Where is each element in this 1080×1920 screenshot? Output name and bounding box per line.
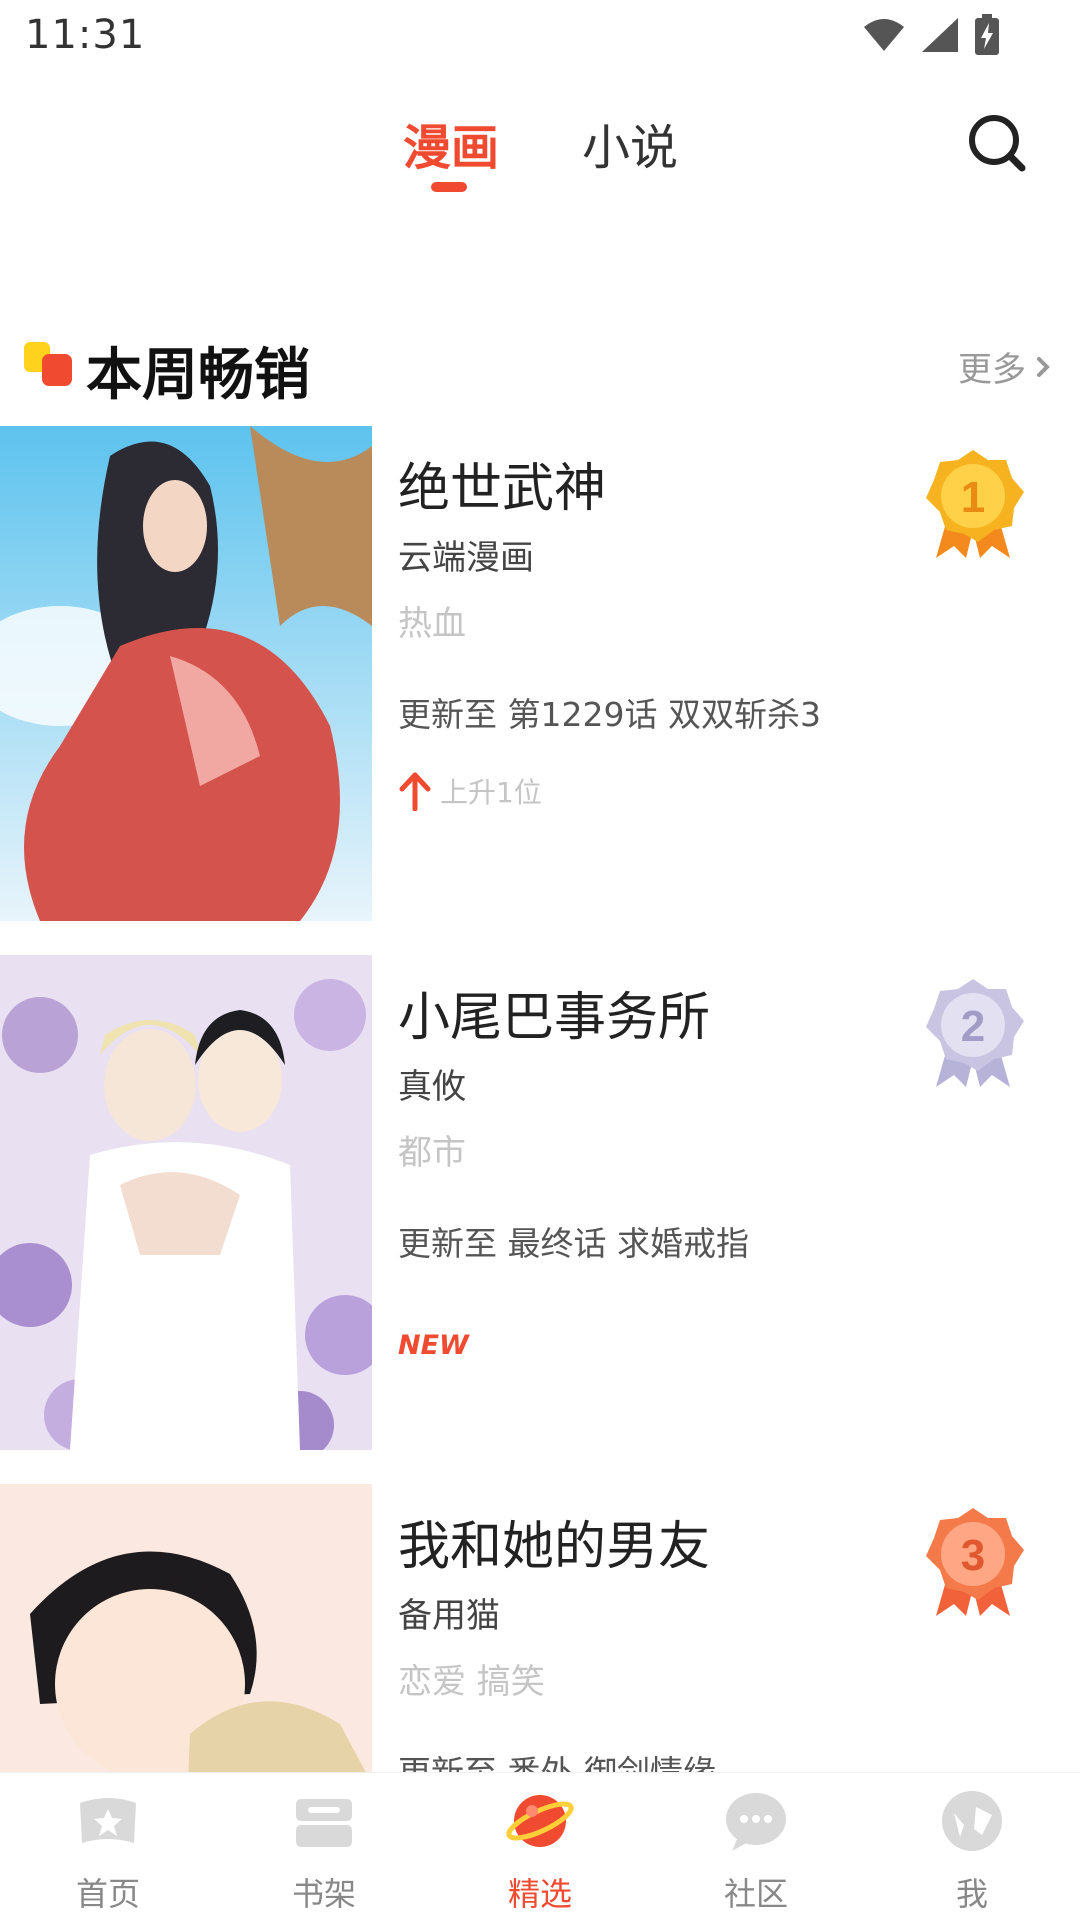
nav-label: 我: [955, 1875, 988, 1913]
bookshelf-icon: [296, 1799, 352, 1847]
status-bar: 11:31: [0, 0, 1080, 75]
status-icons: [862, 14, 1000, 56]
arrow-up-icon: [399, 772, 431, 811]
comic-tags: 恋爱 搞笑: [398, 1662, 545, 1702]
home-star-icon: [80, 1798, 136, 1843]
nav-label: 社区: [723, 1875, 788, 1913]
profile-icon: [942, 1791, 1002, 1851]
chevron-right-icon: [1037, 356, 1050, 377]
nav-label: 书架: [291, 1875, 356, 1913]
rank-number: 3: [961, 1531, 985, 1580]
cover-image: [0, 955, 372, 1450]
nav-item-me[interactable]: 我: [864, 1773, 1080, 1920]
tab-novel[interactable]: 小说: [582, 108, 678, 178]
comic-item-1[interactable]: 绝世武神 云端漫画 热血 更新至 第1229话 双双斩杀3 上升1位 1: [0, 426, 1080, 921]
cover-image: [0, 426, 372, 921]
comic-update: 更新至 最终话 求婚戒指: [398, 1224, 749, 1263]
nav-label: 首页: [75, 1875, 140, 1913]
chat-bubble-icon: [726, 1793, 786, 1851]
active-tab-indicator: [431, 182, 467, 192]
section-logo-icon: [24, 342, 72, 386]
section-header: 本周畅销 更多: [0, 320, 1080, 410]
search-icon: [969, 115, 1026, 172]
rank-change-text: 上升1位: [440, 776, 542, 809]
comic-update: 更新至 第1229话 双双斩杀3: [398, 695, 821, 734]
top-tabs: 漫画 小说: [0, 90, 1080, 200]
signal-icon: [922, 18, 958, 52]
comic-info: 绝世武神 云端漫画 热血 更新至 第1229话 双双斩杀3 上升1位 1: [398, 426, 1038, 921]
bottom-nav: 首页 书架 精选 社区 我: [0, 1772, 1080, 1920]
cover-image: [0, 1484, 372, 1772]
more-label: 更多: [958, 350, 1026, 390]
nav-item-community[interactable]: 社区: [648, 1773, 864, 1920]
rank-medal-bronze-icon: 3: [926, 1508, 1024, 1616]
rank-change: 上升1位: [398, 771, 542, 811]
section-title: 本周畅销: [86, 343, 310, 408]
rank-medal-silver-icon: 2: [926, 979, 1024, 1087]
nav-item-home[interactable]: 首页: [0, 1773, 216, 1920]
comic-tags: 热血: [398, 604, 466, 644]
comic-title[interactable]: 小尾巴事务所: [398, 975, 710, 1050]
comic-item-2[interactable]: 小尾巴事务所 真攸 都市 更新至 最终话 求婚戒指 NEW 2: [0, 955, 1080, 1450]
comic-author: 备用猫: [398, 1596, 500, 1636]
comic-author: 云端漫画: [398, 538, 534, 578]
search-button[interactable]: [964, 110, 1028, 174]
more-link[interactable]: 更多: [958, 342, 1050, 391]
comic-author: 真攸: [398, 1067, 466, 1107]
comic-title[interactable]: 我和她的男友: [398, 1504, 710, 1579]
new-badge: NEW: [398, 1330, 469, 1361]
comic-item-3[interactable]: 我和她的男友 备用猫 恋爱 搞笑 更新至 番外 御剑情缘 3: [0, 1484, 1080, 1772]
comic-cover[interactable]: [0, 426, 372, 921]
rank-number: 2: [961, 1002, 985, 1051]
tab-manga[interactable]: 漫画: [403, 108, 499, 178]
comic-list: 绝世武神 云端漫画 热血 更新至 第1229话 双双斩杀3 上升1位 1 小尾巴…: [0, 426, 1080, 1772]
comic-tags: 都市: [398, 1133, 466, 1173]
rank-medal-gold-icon: 1: [926, 450, 1024, 558]
comic-title[interactable]: 绝世武神: [398, 446, 606, 521]
status-time: 11:31: [25, 12, 146, 58]
wifi-icon: [864, 19, 904, 51]
rank-number: 1: [961, 473, 985, 522]
planet-icon: [506, 1795, 574, 1847]
comic-cover[interactable]: [0, 1484, 372, 1772]
battery-charging-icon: [975, 14, 999, 55]
comic-update: 更新至 番外 御剑情缘: [398, 1746, 716, 1772]
nav-item-featured[interactable]: 精选: [432, 1773, 648, 1920]
nav-label: 精选: [507, 1875, 572, 1913]
comic-info: 我和她的男友 备用猫 恋爱 搞笑 更新至 番外 御剑情缘 3: [398, 1484, 1038, 1772]
comic-cover[interactable]: [0, 955, 372, 1450]
nav-item-bookshelf[interactable]: 书架: [216, 1773, 432, 1920]
comic-info: 小尾巴事务所 真攸 都市 更新至 最终话 求婚戒指 NEW 2: [398, 955, 1038, 1450]
